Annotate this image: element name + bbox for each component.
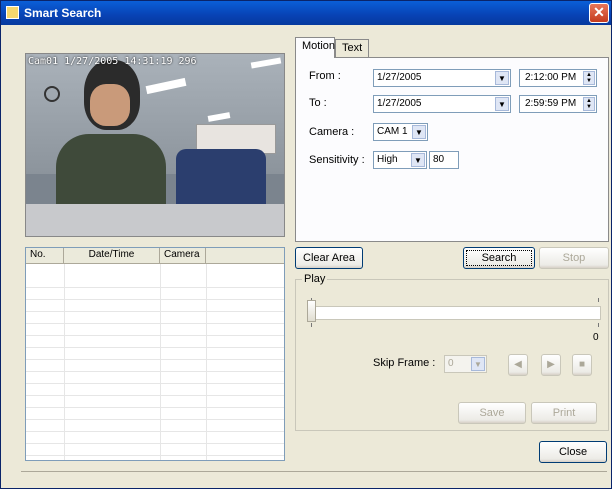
column-header-no[interactable]: No. — [26, 248, 64, 264]
sensitivity-value: High — [377, 154, 398, 165]
table-row[interactable] — [26, 396, 284, 408]
table-row[interactable] — [26, 324, 284, 336]
desk — [26, 204, 284, 236]
person-face — [90, 84, 130, 126]
slider-tick — [598, 323, 599, 327]
skip-frame-value: 0 — [448, 358, 454, 369]
column-header-datetime[interactable]: Date/Time — [64, 248, 160, 264]
spin-updown-icon[interactable]: ▲ ▼ — [583, 97, 595, 111]
results-header: No. Date/Time Camera — [26, 248, 284, 264]
camera-select[interactable]: CAM 1 ▼ — [373, 123, 428, 141]
table-row[interactable] — [26, 336, 284, 348]
slider-tick — [598, 298, 599, 302]
save-button[interactable]: Save — [458, 402, 526, 424]
table-row[interactable] — [26, 408, 284, 420]
results-list[interactable]: No. Date/Time Camera — [25, 247, 285, 461]
table-row[interactable] — [26, 444, 284, 456]
next-frame-icon[interactable]: ▶ — [541, 354, 561, 376]
from-date-picker[interactable]: 1/27/2005 ▼ — [373, 69, 511, 87]
tab-text[interactable]: Text — [335, 39, 369, 57]
search-button[interactable]: Search — [463, 247, 535, 269]
video-osd-text: Cam01 1/27/2005 14:31:19 296 — [28, 56, 197, 67]
status-bar — [21, 471, 607, 487]
column-header-blank — [206, 248, 284, 264]
to-date-picker[interactable]: 1/27/2005 ▼ — [373, 95, 511, 113]
table-row[interactable] — [26, 372, 284, 384]
dropdown-arrow-icon[interactable]: ▼ — [495, 71, 509, 85]
table-row[interactable] — [26, 312, 284, 324]
slider-max-value: 0 — [593, 332, 599, 343]
dropdown-arrow-icon[interactable]: ▼ — [411, 153, 425, 167]
to-date-value: 1/27/2005 — [377, 98, 422, 109]
to-label: To : — [309, 97, 327, 109]
from-label: From : — [309, 70, 341, 82]
video-preview[interactable]: Cam01 1/27/2005 14:31:19 296 — [25, 53, 285, 237]
table-row[interactable] — [26, 276, 284, 288]
sensitivity-label: Sensitivity : — [309, 154, 365, 166]
table-row[interactable] — [26, 360, 284, 372]
stop-button[interactable]: Stop — [539, 247, 609, 269]
stop-icon[interactable]: ■ — [572, 354, 592, 376]
slider-tick — [311, 323, 312, 327]
sensitivity-number-input[interactable]: 80 — [429, 151, 459, 169]
tab-motion[interactable]: Motion — [295, 37, 335, 58]
dropdown-arrow-icon[interactable]: ▼ — [412, 125, 426, 139]
camera-value: CAM 1 — [377, 126, 408, 137]
from-date-value: 1/27/2005 — [377, 72, 422, 83]
table-row[interactable] — [26, 288, 284, 300]
playback-slider-track[interactable] — [311, 306, 601, 320]
dropdown-arrow-icon[interactable]: ▼ — [495, 97, 509, 111]
print-button[interactable]: Print — [531, 402, 597, 424]
title-bar[interactable]: Smart Search ✕ — [1, 1, 611, 25]
table-row[interactable] — [26, 384, 284, 396]
table-row[interactable] — [26, 432, 284, 444]
sensitivity-select[interactable]: High ▼ — [373, 151, 427, 169]
spin-updown-icon[interactable]: ▲ ▼ — [583, 71, 595, 85]
skip-frame-label: Skip Frame : — [373, 357, 436, 369]
clear-area-button[interactable]: Clear Area — [295, 247, 363, 269]
camera-label: Camera : — [309, 126, 355, 138]
table-row[interactable] — [26, 420, 284, 432]
dropdown-arrow-icon[interactable]: ▼ — [471, 357, 485, 371]
to-time-value: 2:59:59 PM — [525, 98, 577, 109]
table-row[interactable] — [26, 300, 284, 312]
skip-frame-select[interactable]: 0 ▼ — [444, 355, 487, 373]
close-button[interactable]: Close — [539, 441, 607, 463]
app-icon — [6, 6, 19, 19]
prev-frame-icon[interactable]: ◀ — [508, 354, 528, 376]
from-time-field[interactable]: 2:12:00 PM ▲ ▼ — [519, 69, 597, 87]
window-title: Smart Search — [24, 6, 102, 20]
smart-search-window: Smart Search ✕ Cam01 1/27/2005 14:31:19 … — [0, 0, 612, 489]
to-time-field[interactable]: 2:59:59 PM ▲ ▼ — [519, 95, 597, 113]
close-icon[interactable]: ✕ — [589, 3, 609, 23]
wall-clock — [44, 86, 60, 102]
from-time-value: 2:12:00 PM — [525, 72, 577, 83]
play-group-label: Play — [302, 273, 328, 285]
column-header-camera[interactable]: Camera — [160, 248, 206, 264]
table-row[interactable] — [26, 348, 284, 360]
playback-slider-thumb[interactable] — [307, 300, 316, 322]
